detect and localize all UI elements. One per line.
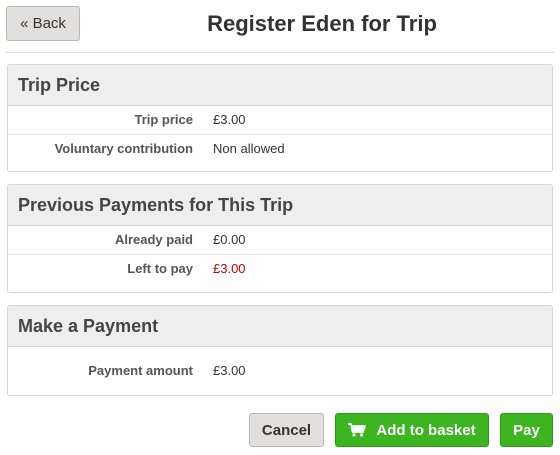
- trip-price-row: Trip price £3.00: [8, 106, 552, 134]
- payment-amount-row: Payment amount £3.00: [8, 347, 552, 395]
- shopping-cart-icon: [348, 423, 367, 437]
- add-to-basket-label: Add to basket: [376, 421, 476, 439]
- left-to-pay-label: Left to pay: [127, 261, 193, 276]
- voluntary-contribution-label: Voluntary contribution: [54, 141, 193, 156]
- voluntary-contribution-row: Voluntary contribution Non allowed: [8, 134, 552, 162]
- already-paid-label: Already paid: [114, 232, 193, 247]
- voluntary-contribution-value: Non allowed: [213, 141, 285, 156]
- add-to-basket-button[interactable]: Add to basket: [335, 413, 489, 447]
- trip-price-panel: Trip Price Trip price £3.00 Voluntary co…: [7, 64, 553, 172]
- make-payment-panel: Make a Payment Payment amount £3.00: [7, 305, 553, 396]
- cancel-button[interactable]: Cancel: [249, 413, 324, 447]
- back-button[interactable]: « Back: [6, 6, 80, 41]
- page-title: Register Eden for Trip: [207, 11, 437, 36]
- already-paid-value: £0.00: [213, 232, 246, 247]
- page-header: « Back Register Eden for Trip: [0, 0, 560, 52]
- pay-button[interactable]: Pay: [500, 413, 553, 447]
- left-to-pay-value: £3.00: [213, 261, 246, 276]
- payment-amount-value: £3.00: [213, 363, 246, 378]
- trip-price-value: £3.00: [213, 112, 246, 127]
- trip-price-heading: Trip Price: [8, 65, 552, 106]
- previous-payments-panel: Previous Payments for This Trip Already …: [7, 184, 553, 293]
- trip-price-label: Trip price: [134, 112, 193, 127]
- already-paid-row: Already paid £0.00: [8, 226, 552, 254]
- make-payment-heading: Make a Payment: [8, 306, 552, 347]
- payment-amount-label: Payment amount: [88, 363, 193, 378]
- previous-payments-heading: Previous Payments for This Trip: [8, 185, 552, 226]
- left-to-pay-row: Left to pay £3.00: [8, 254, 552, 282]
- title-divider: [6, 52, 554, 53]
